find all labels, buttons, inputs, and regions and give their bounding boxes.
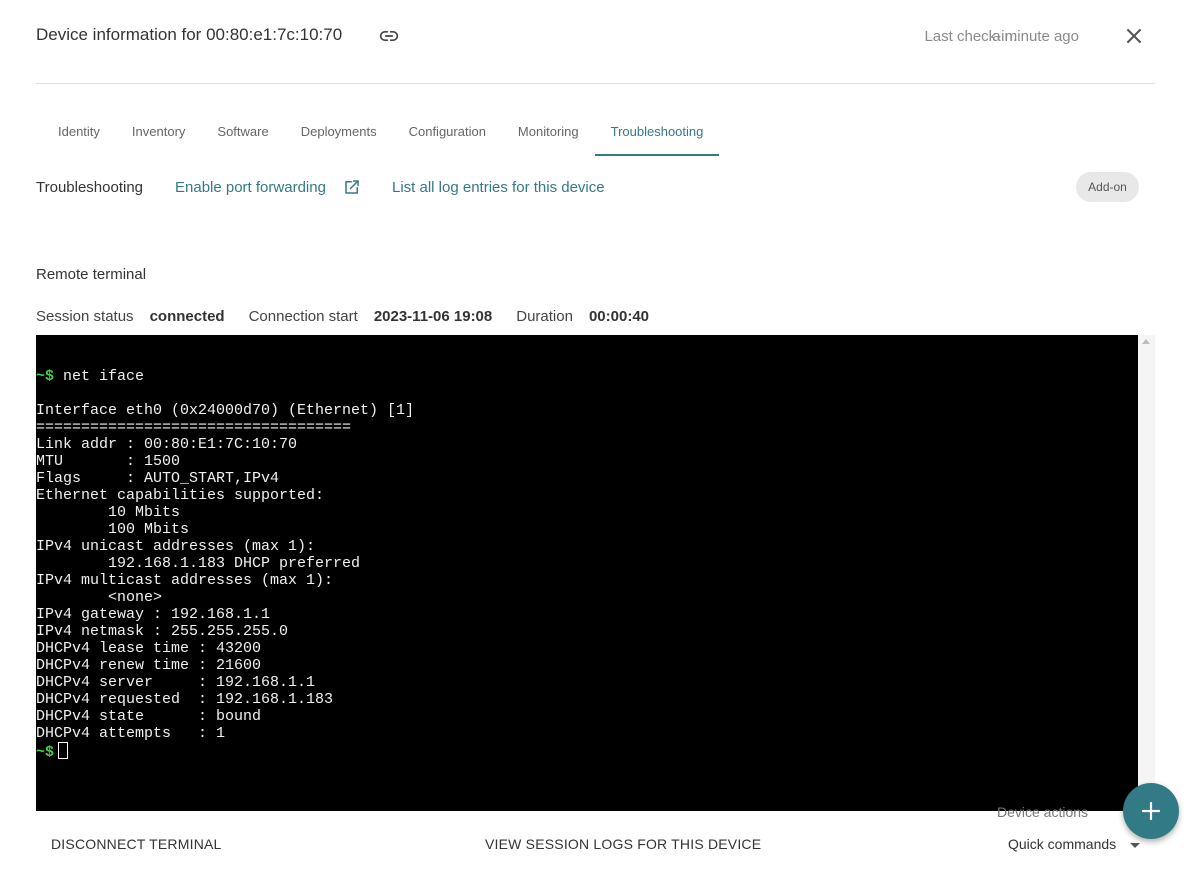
tab-troubleshooting[interactable]: Troubleshooting (594, 108, 720, 156)
troubleshooting-heading: Troubleshooting (36, 179, 144, 196)
session-status-row: Session status connected Connection star… (36, 308, 673, 325)
quick-commands-select[interactable]: Quick commands (1008, 836, 1116, 852)
disconnect-terminal-button[interactable]: DISCONNECT TERMINAL (51, 836, 222, 852)
tab-bar: Identity Inventory Software Deployments … (42, 108, 720, 156)
last-checkin-value: a minute ago (992, 28, 1079, 45)
tab-software[interactable]: Software (201, 108, 284, 156)
external-link-icon[interactable] (343, 178, 361, 196)
tab-inventory[interactable]: Inventory (116, 108, 201, 156)
list-log-entries-link[interactable]: List all log entries for this device (392, 179, 605, 196)
close-icon[interactable] (1123, 25, 1145, 47)
tab-identity[interactable]: Identity (42, 108, 116, 156)
plus-icon (1141, 801, 1161, 821)
device-header: Device information for 00:80:e1:7c:10:70… (36, 0, 1155, 84)
duration-label: Duration (516, 308, 573, 325)
terminal-output: Interface eth0 (0x24000d70) (Ethernet) [… (36, 402, 415, 742)
tab-monitoring[interactable]: Monitoring (502, 108, 595, 156)
scroll-up-arrow-icon[interactable] (1142, 339, 1150, 344)
tab-configuration[interactable]: Configuration (393, 108, 502, 156)
remote-terminal-title: Remote terminal (36, 266, 147, 283)
chevron-down-icon[interactable] (1130, 843, 1140, 848)
terminal-command-line: ~$ net iface (36, 368, 144, 385)
duration-value: 00:00:40 (588, 308, 649, 325)
page-title: Device information for 00:80:e1:7c:10:70 (36, 25, 343, 44)
session-status-value: connected (149, 308, 225, 325)
terminal-input-line[interactable]: ~$ (36, 742, 69, 761)
terminal-command: net iface (54, 368, 145, 385)
device-actions-label: Device actions (997, 804, 1089, 820)
addon-badge: Add-on (1076, 172, 1139, 202)
session-status-label: Session status (36, 308, 134, 325)
terminal-prompt: ~$ (36, 368, 55, 385)
view-session-logs-button[interactable]: VIEW SESSION LOGS FOR THIS DEVICE (485, 836, 761, 852)
terminal-window[interactable]: ~$ net iface Interface eth0 (0x24000d70)… (36, 335, 1138, 811)
enable-port-forwarding-link[interactable]: Enable port forwarding (175, 179, 326, 196)
terminal-cursor (58, 742, 69, 759)
connection-start-label: Connection start (248, 308, 358, 325)
terminal-scrollbar[interactable] (1138, 335, 1155, 811)
tab-deployments[interactable]: Deployments (285, 108, 393, 156)
terminal-prompt-current: ~$ (36, 744, 55, 761)
device-actions-fab[interactable] (1123, 783, 1179, 839)
link-icon[interactable] (378, 26, 400, 46)
connection-start-value: 2023-11-06 19:08 (373, 308, 493, 325)
